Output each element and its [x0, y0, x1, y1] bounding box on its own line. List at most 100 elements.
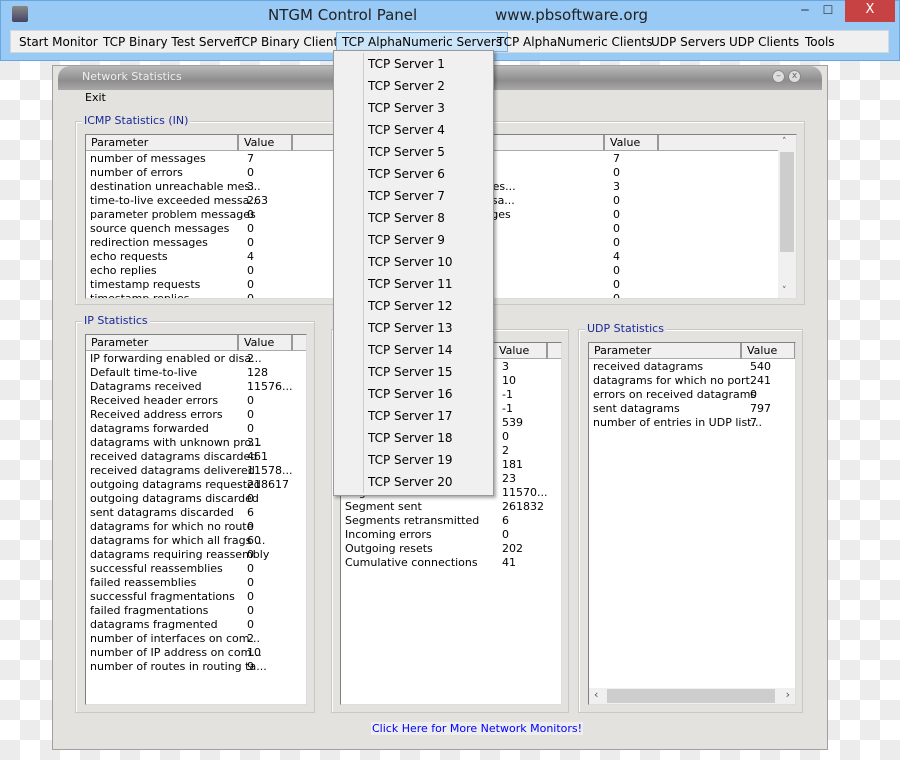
table-row[interactable]: time-to-live exceeded messa... 263	[86, 194, 334, 208]
table-row[interactable]: failed reassemblies 0	[86, 576, 306, 590]
table-row[interactable]: number of routes in routing ta... 9	[86, 660, 306, 674]
table-row[interactable]: Received address errors 0	[86, 408, 306, 422]
table-row[interactable]: source quench messages 0	[86, 222, 334, 236]
vertical-scrollbar[interactable]: ˄ ˅	[778, 135, 796, 298]
table-row[interactable]: echo requests 4	[86, 250, 334, 264]
menu-item-tcp-server-4[interactable]: TCP Server 4	[368, 119, 445, 141]
menu-item-tcp-server-8[interactable]: TCP Server 8	[368, 207, 445, 229]
menu-tcp-binary-client[interactable]: TCP Binary Client	[230, 34, 343, 51]
menu-start-monitor[interactable]: Start Monitor	[14, 34, 103, 51]
column-header-parameter[interactable]: Parameter	[86, 335, 239, 351]
table-row[interactable]: failed fragmentations 0	[86, 604, 306, 618]
more-monitors-link[interactable]: Click Here for More Network Monitors!	[371, 722, 584, 735]
menu-item-tcp-server-7[interactable]: TCP Server 7	[368, 185, 445, 207]
table-row[interactable]: IP forwarding enabled or disa... 2	[86, 352, 306, 366]
maximize-button[interactable]: ☐	[818, 0, 838, 22]
value-cell: 3	[247, 180, 254, 193]
table-row[interactable]: successful fragmentations 0	[86, 590, 306, 604]
table-row[interactable]: number of interfaces on com... 2	[86, 632, 306, 646]
table-row[interactable]: number of messages 7	[86, 152, 334, 166]
scroll-left-icon[interactable]: ‹	[594, 688, 598, 701]
inner-close-icon[interactable]: x	[788, 70, 801, 83]
udp-list[interactable]: Parameter Value received datagrams 540 datag…	[588, 342, 796, 705]
table-row[interactable]: Default time-to-live 128	[86, 366, 306, 380]
table-row[interactable]: errors on received datagrams 0	[589, 388, 795, 402]
table-row[interactable]: outgoing datagrams discarded 0	[86, 492, 306, 506]
menu-udp-clients[interactable]: UDP Clients	[724, 34, 804, 51]
table-row[interactable]: timestamp requests 0	[86, 278, 334, 292]
table-row[interactable]: Datagrams received 11576...	[86, 380, 306, 394]
column-header-value[interactable]: Value	[239, 135, 293, 151]
table-row[interactable]: received datagrams discarded 461	[86, 450, 306, 464]
horizontal-scrollbar[interactable]: ‹ ›	[589, 688, 795, 704]
menu-item-tcp-server-6[interactable]: TCP Server 6	[368, 163, 445, 185]
table-row[interactable]: Received header errors 0	[86, 394, 306, 408]
menu-item-tcp-server-16[interactable]: TCP Server 16	[368, 383, 453, 405]
table-row[interactable]: Outgoing resets 202	[341, 542, 561, 556]
menu-tcp-binary-test-server[interactable]: TCP Binary Test Server	[98, 34, 243, 51]
menu-item-tcp-server-18[interactable]: TCP Server 18	[368, 427, 453, 449]
column-header-value[interactable]: Value	[742, 343, 795, 359]
table-row[interactable]: Segments retransmitted 6	[341, 514, 561, 528]
table-row[interactable]: number of IP address on com... 10	[86, 646, 306, 660]
scroll-up-icon[interactable]: ˄	[782, 137, 787, 147]
ip-list[interactable]: Parameter Value IP forwarding enabled or d…	[85, 334, 307, 705]
menu-item-tcp-server-12[interactable]: TCP Server 12	[368, 295, 453, 317]
value-cell: 540	[750, 360, 771, 373]
table-row[interactable]: datagrams for which all frags ... 60	[86, 534, 306, 548]
exit-menu[interactable]: Exit	[85, 91, 106, 104]
menu-item-tcp-server-15[interactable]: TCP Server 15	[368, 361, 453, 383]
table-row[interactable]: destination unreachable mes...3	[86, 180, 334, 194]
table-row[interactable]: received datagrams 540	[589, 360, 795, 374]
menu-udp-servers[interactable]: UDP Servers	[646, 34, 731, 51]
table-row[interactable]: datagrams with unknown pro... 31	[86, 436, 306, 450]
menu-item-tcp-server-20[interactable]: TCP Server 20	[368, 471, 453, 493]
table-row[interactable]: number of entries in UDP list... 7	[589, 416, 795, 430]
column-header-value[interactable]: Value	[494, 343, 548, 359]
table-row[interactable]: datagrams for which no route 0	[86, 520, 306, 534]
table-row[interactable]: parameter problem messages0	[86, 208, 334, 222]
menu-item-tcp-server-10[interactable]: TCP Server 10	[368, 251, 453, 273]
inner-minimize-icon[interactable]: –	[772, 70, 785, 83]
scrollbar-thumb[interactable]	[780, 152, 794, 252]
table-row[interactable]: datagrams forwarded 0	[86, 422, 306, 436]
table-row[interactable]: datagrams fragmented 0	[86, 618, 306, 632]
menu-item-tcp-server-1[interactable]: TCP Server 1	[368, 53, 445, 75]
column-header-value[interactable]: Value	[605, 135, 659, 151]
table-row[interactable]: sent datagrams discarded 6	[86, 506, 306, 520]
menu-item-tcp-server-11[interactable]: TCP Server 11	[368, 273, 453, 295]
table-row[interactable]: successful reassemblies 0	[86, 562, 306, 576]
table-row[interactable]: datagrams for which no port 241	[589, 374, 795, 388]
menu-tcp-alphanumeric-servers[interactable]: TCP AlphaNumeric Servers	[336, 32, 509, 52]
menu-tools[interactable]: Tools	[800, 34, 840, 51]
table-row[interactable]: outgoing datagrams requested 218617	[86, 478, 306, 492]
table-row[interactable]: timestamp replies 0	[86, 292, 334, 298]
table-row[interactable]: Segment sent 261832	[341, 500, 561, 514]
menu-item-tcp-server-5[interactable]: TCP Server 5	[368, 141, 445, 163]
table-row[interactable]: received datagrams delivered 11578...	[86, 464, 306, 478]
table-row[interactable]: redirection messages 0	[86, 236, 334, 250]
scroll-down-icon[interactable]: ˅	[782, 286, 787, 296]
column-header-parameter[interactable]: Parameter	[589, 343, 742, 359]
menu-item-tcp-server-17[interactable]: TCP Server 17	[368, 405, 453, 427]
menu-tcp-alphanumeric-clients[interactable]: TCP AlphaNumeric Clients	[492, 34, 658, 51]
menu-item-tcp-server-19[interactable]: TCP Server 19	[368, 449, 453, 471]
table-row[interactable]: sent datagrams 797	[589, 402, 795, 416]
table-row[interactable]: number of errors 0	[86, 166, 334, 180]
scrollbar-thumb[interactable]	[607, 689, 775, 703]
minimize-button[interactable]: ‒	[795, 0, 815, 22]
table-row[interactable]: Incoming errors 0	[341, 528, 561, 542]
icmp_in-list[interactable]: Parameter Value number of messages 7 number …	[85, 134, 335, 299]
scroll-right-icon[interactable]: ›	[786, 688, 790, 701]
column-header-parameter[interactable]: Parameter	[86, 135, 239, 151]
menu-item-tcp-server-2[interactable]: TCP Server 2	[368, 75, 445, 97]
close-button[interactable]: X	[845, 0, 895, 22]
menu-item-tcp-server-9[interactable]: TCP Server 9	[368, 229, 445, 251]
menu-item-tcp-server-3[interactable]: TCP Server 3	[368, 97, 445, 119]
table-row[interactable]: echo replies 0	[86, 264, 334, 278]
column-header-value[interactable]: Value	[239, 335, 293, 351]
table-row[interactable]: Cumulative connections 41	[341, 556, 561, 570]
menu-item-tcp-server-14[interactable]: TCP Server 14	[368, 339, 453, 361]
menu-item-tcp-server-13[interactable]: TCP Server 13	[368, 317, 453, 339]
table-row[interactable]: datagrams requiring reassembly 0	[86, 548, 306, 562]
